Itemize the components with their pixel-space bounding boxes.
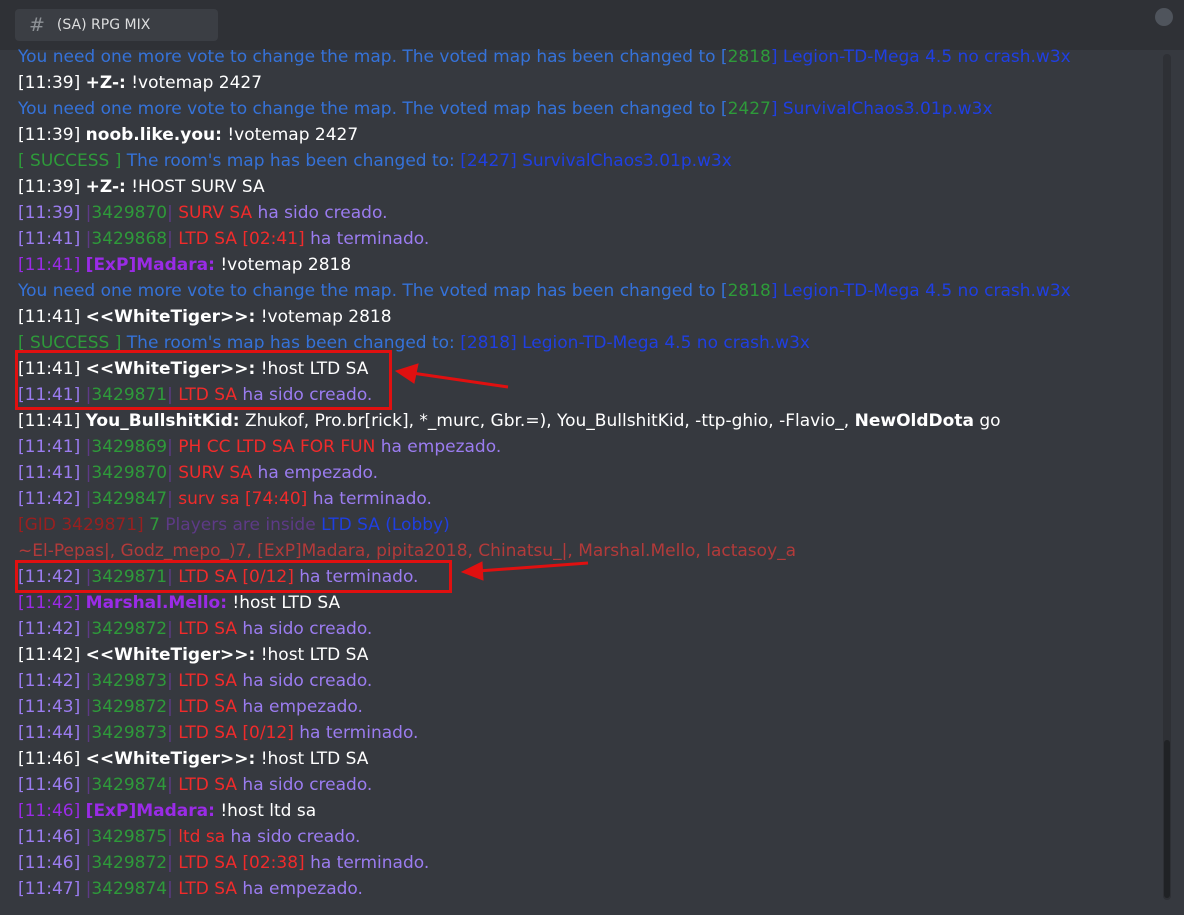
arrow-1 — [394, 363, 509, 389]
annotation-arrows — [394, 363, 589, 581]
arrow-2 — [460, 561, 589, 581]
